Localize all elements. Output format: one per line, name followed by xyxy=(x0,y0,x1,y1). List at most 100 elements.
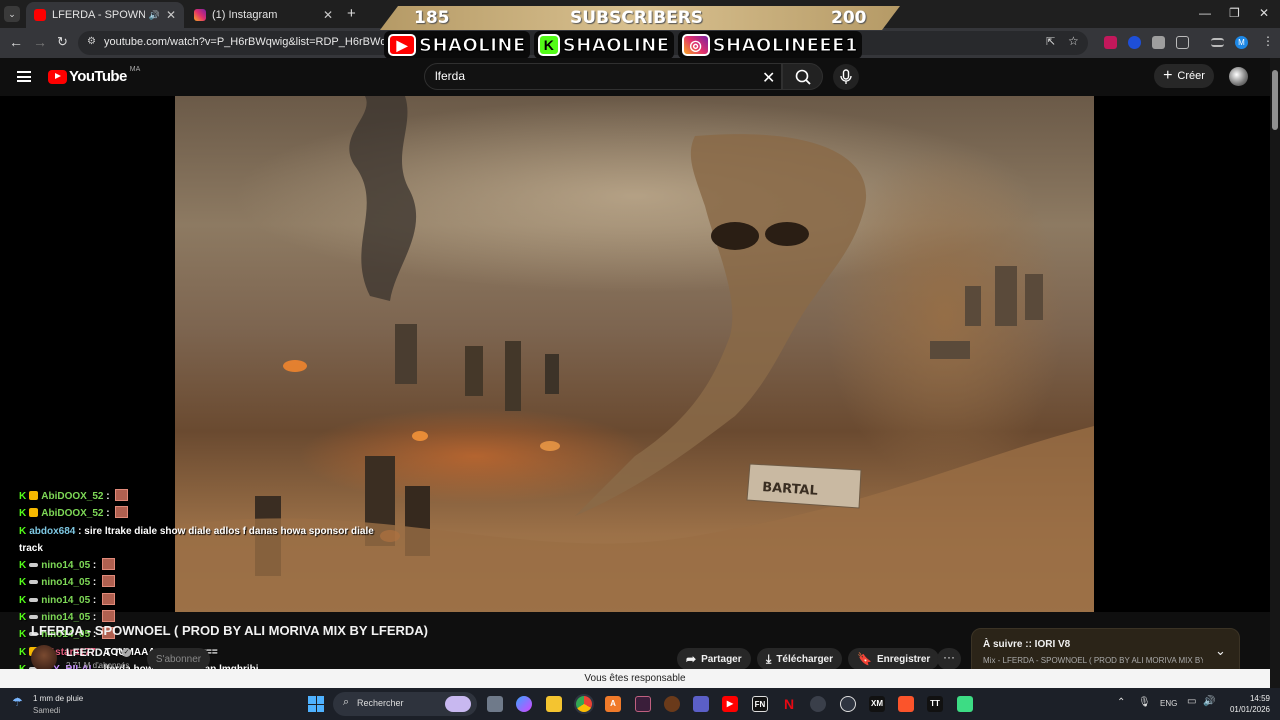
social-handles: ▶ SHAOLINE K SHAOLINE ◎ SHAOLINEEE1 xyxy=(384,31,890,59)
windows-start-icon[interactable] xyxy=(308,696,324,712)
chevron-down-icon[interactable]: ⌄ xyxy=(1215,643,1226,659)
reload-icon[interactable]: ↻ xyxy=(57,34,68,50)
download-icon: ⤓ xyxy=(766,651,772,666)
voice-search-button[interactable] xyxy=(833,64,859,90)
app-icon[interactable] xyxy=(840,696,856,712)
weather-text: 1 mm de pluie xyxy=(33,694,84,703)
profile-icon[interactable]: M xyxy=(1235,36,1248,49)
extensions-puzzle-icon[interactable] xyxy=(1176,36,1189,49)
app-icon[interactable] xyxy=(957,696,973,712)
youtube-logo[interactable]: YouTube MA xyxy=(48,66,140,85)
app-icon[interactable]: XM xyxy=(869,696,885,712)
app-icon[interactable]: A xyxy=(605,696,621,712)
brave-icon[interactable] xyxy=(898,696,914,712)
moderator-badge-icon xyxy=(29,597,39,602)
microphone-icon[interactable]: 🎙 xyxy=(1138,697,1151,708)
app-icon[interactable] xyxy=(810,696,826,712)
site-info-icon[interactable]: ⚙ xyxy=(87,36,96,47)
volume-icon[interactable]: 🔊 xyxy=(1203,696,1215,707)
save-label: Enregistrer xyxy=(876,653,931,665)
subscriber-count: 185 xyxy=(414,8,450,28)
chat-username: abdox684 xyxy=(29,525,76,537)
share-label: Partager xyxy=(701,653,742,665)
chat-username: nino14_05 xyxy=(41,612,91,624)
save-button[interactable]: 🔖 Enregistrer xyxy=(848,648,940,670)
tab-title: LFERDA - SPOWNOEL ( PRO xyxy=(52,9,145,21)
close-tab-icon[interactable]: ✕ xyxy=(323,8,333,22)
search-icon: ⌕ xyxy=(343,696,350,708)
clear-search-icon[interactable]: ✕ xyxy=(762,68,775,88)
emote-icon xyxy=(102,558,116,571)
extension-icon[interactable] xyxy=(1128,36,1141,49)
video-player[interactable]: BARTAL K AbiDOOX_52 : K AbiDOOX_52 : Kabdo… xyxy=(0,96,1270,692)
chat-message: Knino14_05 : xyxy=(19,557,379,574)
copilot-icon[interactable] xyxy=(516,696,532,712)
bookmark-star-icon[interactable]: ☆ xyxy=(1068,34,1079,48)
tab-search-icon[interactable]: ⌄ xyxy=(4,6,20,22)
install-app-icon[interactable]: ⇱ xyxy=(1046,35,1055,48)
taskbar-search[interactable]: ⌕ Rechercher xyxy=(333,692,477,716)
close-window-icon[interactable]: ✕ xyxy=(1259,6,1269,20)
app-icon[interactable]: TT xyxy=(927,696,943,712)
app-icon[interactable] xyxy=(664,696,680,712)
search-input[interactable] xyxy=(435,69,755,83)
subscribe-button[interactable]: S'abonner xyxy=(147,648,210,670)
language-indicator[interactable]: ENG xyxy=(1160,699,1177,708)
kick-icon: K xyxy=(19,491,27,502)
scrollbar-thumb[interactable] xyxy=(1272,70,1278,130)
restore-icon[interactable]: ❐ xyxy=(1229,6,1240,20)
bookmark-icon: 🔖 xyxy=(857,652,872,666)
microphone-icon xyxy=(840,69,852,84)
clock-time: 14:59 xyxy=(1249,694,1270,703)
hamburger-menu-icon[interactable] xyxy=(17,71,31,82)
browser-menu-icon[interactable]: ⋮ xyxy=(1262,34,1274,48)
tray-chevron-up-icon[interactable]: ⌃ xyxy=(1117,697,1125,708)
app-icon[interactable]: FN xyxy=(752,696,768,712)
subscriber-goal: 200 xyxy=(831,8,867,28)
youtube-app-icon[interactable]: ▶ xyxy=(722,696,738,712)
page-scrollbar[interactable] xyxy=(1270,58,1280,688)
chat-username: nino14_05 xyxy=(41,577,91,589)
account-avatar[interactable] xyxy=(1229,67,1248,86)
reading-list-icon[interactable] xyxy=(1211,38,1224,47)
extension-icon[interactable] xyxy=(1104,36,1117,49)
close-tab-icon[interactable]: ✕ xyxy=(166,8,176,22)
social-name: SHAOLINE xyxy=(562,34,670,56)
create-button[interactable]: + Créer xyxy=(1154,64,1214,88)
instagram-icon: ◎ xyxy=(681,34,710,56)
search-button[interactable] xyxy=(782,63,823,90)
forward-icon[interactable]: → xyxy=(33,34,47,50)
tab-youtube[interactable]: LFERDA - SPOWNOEL ( PRO 🔊 ✕ xyxy=(26,2,184,28)
network-icon[interactable]: ▭ xyxy=(1187,696,1196,707)
minimize-icon[interactable]: — xyxy=(1199,6,1211,20)
social-youtube: ▶ SHAOLINE xyxy=(384,31,530,59)
channel-avatar[interactable] xyxy=(31,645,57,671)
app-icon[interactable] xyxy=(635,696,651,712)
system-clock[interactable]: 14:59 01/01/2026 xyxy=(1226,693,1270,715)
teams-icon[interactable] xyxy=(693,696,709,712)
speaker-icon[interactable]: 🔊 xyxy=(149,10,160,21)
kick-icon: K xyxy=(19,594,27,606)
channel-name[interactable]: LFERDA TV xyxy=(66,647,127,659)
netflix-icon[interactable]: N xyxy=(781,696,797,712)
new-tab-icon[interactable]: + xyxy=(347,5,356,22)
more-actions-icon[interactable]: ··· xyxy=(937,648,961,670)
back-icon[interactable]: ← xyxy=(9,34,23,50)
file-explorer-icon[interactable] xyxy=(546,696,562,712)
chat-username: nino14_05 xyxy=(41,560,91,572)
share-button[interactable]: ➦ Partager xyxy=(677,648,751,670)
task-view-icon[interactable] xyxy=(487,696,503,712)
emote-icon xyxy=(115,489,129,501)
social-instagram: ◎ SHAOLINEEE1 xyxy=(677,31,862,59)
emote-icon xyxy=(115,506,129,519)
moderator-badge-icon xyxy=(29,580,39,585)
kick-icon: K xyxy=(19,612,27,624)
chrome-icon[interactable] xyxy=(576,696,592,712)
download-label: Télécharger xyxy=(776,653,834,665)
search-box[interactable] xyxy=(424,63,782,90)
tab-instagram[interactable]: (1) Instagram ✕ xyxy=(186,2,341,28)
kick-icon: K xyxy=(19,525,27,537)
download-button[interactable]: ⤓ Télécharger xyxy=(757,648,843,670)
chat-message: K AbiDOOX_52 : xyxy=(19,505,379,522)
extension-icon[interactable] xyxy=(1152,36,1165,49)
